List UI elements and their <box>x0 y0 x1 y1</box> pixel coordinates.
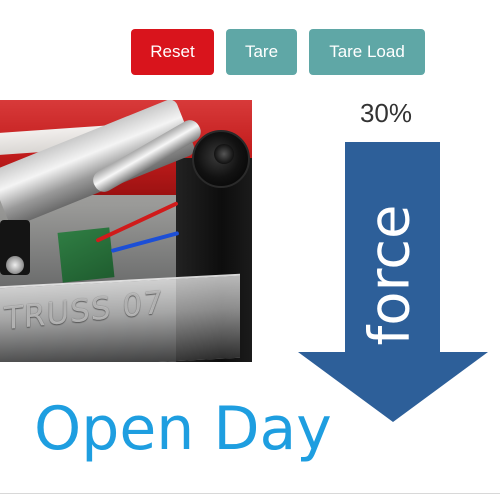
page-title: Open Day <box>34 394 332 464</box>
tare-load-button[interactable]: Tare Load <box>309 29 425 75</box>
bottom-divider <box>0 493 500 494</box>
photo-knob-center <box>214 144 234 164</box>
force-label: force <box>340 190 440 360</box>
tare-button[interactable]: Tare <box>226 29 297 75</box>
photo-screw <box>6 256 24 274</box>
force-label-text: force <box>357 204 423 346</box>
truss-machine-photo: TRUSS 07 <box>0 100 252 362</box>
photo-blue-wire <box>110 231 180 253</box>
page: Reset Tare Tare Load TRUSS 07 30% force … <box>0 0 500 500</box>
reset-button[interactable]: Reset <box>131 29 214 75</box>
force-percent-readout: 30% <box>359 98 413 128</box>
